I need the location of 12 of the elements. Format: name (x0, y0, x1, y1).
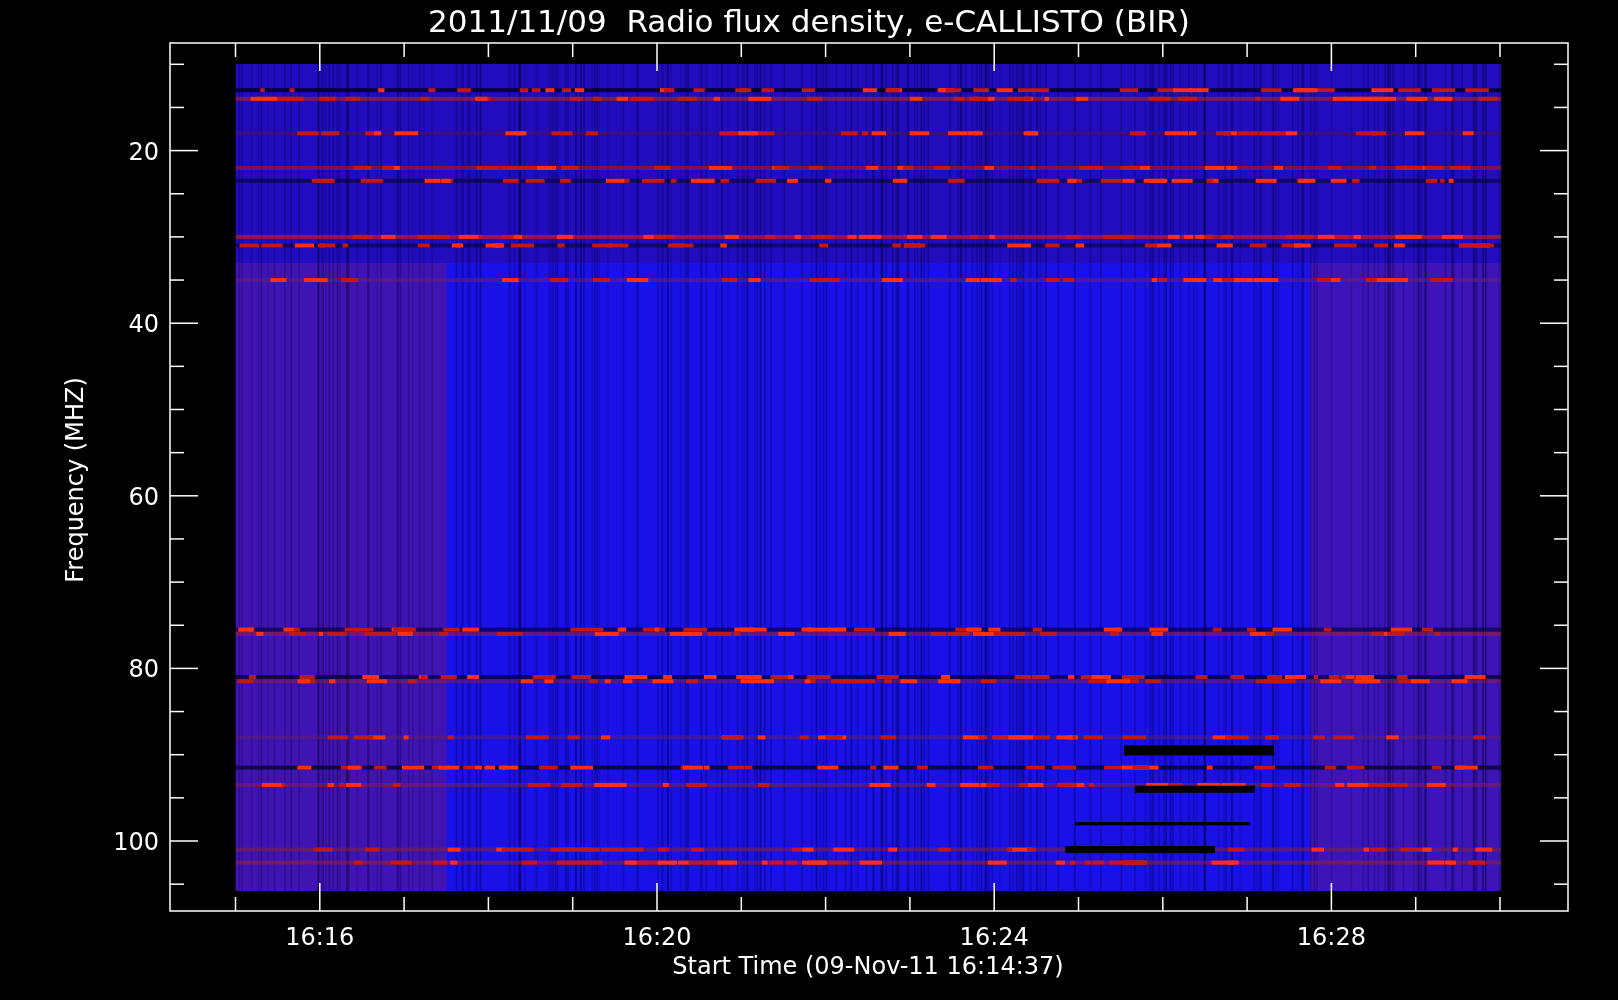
axis-label: Frequency (MHZ) (61, 377, 89, 583)
tick-label: 60 (128, 482, 159, 511)
axis-label: Start Time (09-Nov-11 16:14:37) (672, 952, 1064, 980)
tick-label: 100 (113, 828, 159, 856)
chart-title: 2011/11/09 Radio flux density, e-CALLISTO (BIR) (428, 3, 1190, 39)
tick-label: 40 (128, 310, 159, 339)
tick-label: 16:28 (1296, 923, 1366, 951)
tick-label: 80 (128, 655, 159, 684)
tick-label: 20 (128, 137, 159, 166)
tick-label: 16:20 (622, 923, 692, 951)
tick-label: 16:24 (959, 923, 1029, 951)
tick-label: 16:16 (285, 923, 355, 951)
